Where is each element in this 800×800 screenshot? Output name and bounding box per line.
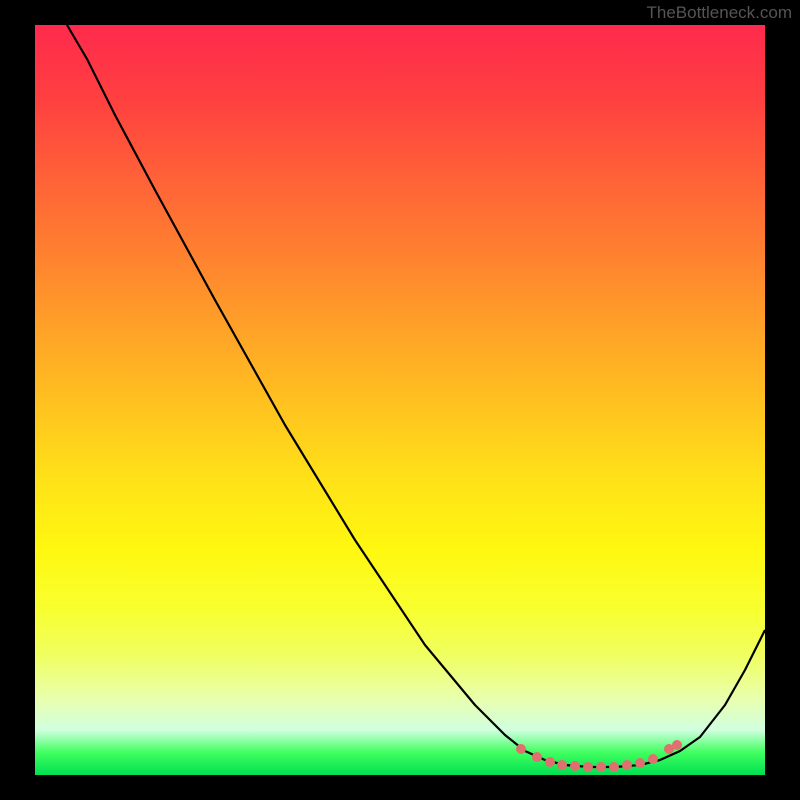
curve-svg bbox=[35, 25, 765, 775]
chart-container: TheBottleneck.com bbox=[0, 0, 800, 800]
watermark-text: TheBottleneck.com bbox=[646, 3, 792, 23]
highlight-dots bbox=[516, 740, 682, 772]
plot-area bbox=[35, 25, 765, 775]
bottleneck-curve bbox=[67, 25, 765, 767]
